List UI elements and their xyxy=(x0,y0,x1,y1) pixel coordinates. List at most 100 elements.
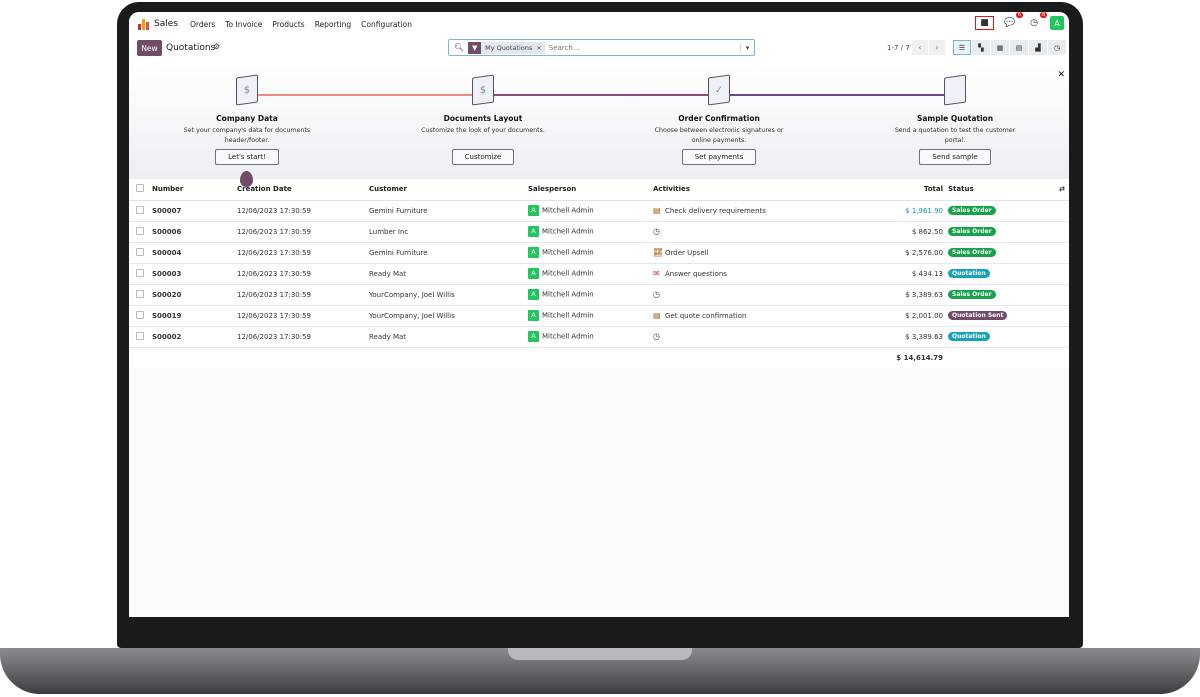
step-title: Order Confirmation xyxy=(678,114,760,123)
messages-badge: 6 xyxy=(1015,12,1023,18)
customer: Ready Mat xyxy=(369,263,528,285)
chart-icon[interactable]: 📈︎ xyxy=(653,248,664,257)
salesperson: A Mitchell Admin xyxy=(528,200,653,222)
remove-facet-icon[interactable]: × xyxy=(536,44,544,52)
customer: YourCompany, Joel Willis xyxy=(369,284,528,306)
activity-clock-icon[interactable]: ◷ 8 xyxy=(1026,12,1047,30)
select-all-checkbox[interactable] xyxy=(136,184,144,193)
list-view-button[interactable]: ☰ xyxy=(953,40,971,55)
menu-to-invoice[interactable]: To Invoice xyxy=(225,20,262,29)
search-input[interactable] xyxy=(548,43,740,52)
order-number: S00007 xyxy=(152,200,237,222)
customer: Ready Mat xyxy=(369,326,528,348)
document-dollar-icon: $ xyxy=(236,74,258,106)
email-icon[interactable]: ✉ xyxy=(653,269,664,278)
task-icon[interactable]: ▤ xyxy=(653,206,664,215)
search-bar[interactable]: 🔍︎ ▼ My Quotations × ▾ xyxy=(448,39,755,56)
activity[interactable]: ▤ Get quote confirmation xyxy=(653,305,853,327)
table-row[interactable]: S00004 12/06/2023 17:30:59 Gemini Furnit… xyxy=(129,242,1069,264)
table-row[interactable]: S00003 12/06/2023 17:30:59 Ready Mat A Mi… xyxy=(129,263,1069,285)
new-button[interactable]: New xyxy=(137,40,162,56)
step-description: Choose between electronic signatures or … xyxy=(654,127,784,144)
row-checkbox[interactable] xyxy=(136,226,144,235)
send-sample-button[interactable]: Send sample xyxy=(919,149,991,165)
clock-icon[interactable]: ◷ xyxy=(653,290,664,299)
step-description: Customize the look of your documents. xyxy=(421,127,545,134)
row-checkbox[interactable] xyxy=(136,205,144,214)
salesperson: A Mitchell Admin xyxy=(528,242,653,264)
status: Sales Order xyxy=(948,221,1069,243)
col-salesperson[interactable]: Salesperson xyxy=(528,179,653,201)
app-name[interactable]: Sales xyxy=(154,19,178,29)
filter-facet: ▼ My Quotations × xyxy=(468,41,545,54)
customize-button[interactable]: Customize xyxy=(451,149,515,165)
pager-next[interactable]: › xyxy=(929,40,945,55)
activity[interactable]: 📈︎ Order Upsell xyxy=(653,242,853,264)
table-row[interactable]: S00007 12/06/2023 17:30:59 Gemini Furnit… xyxy=(129,200,1069,222)
messages-icon[interactable]: 💬 6 xyxy=(1002,12,1023,30)
lets-start-button[interactable]: Let's start! xyxy=(215,149,279,165)
menu-reporting[interactable]: Reporting xyxy=(315,20,351,29)
pager-value[interactable]: 1-7 / 7 xyxy=(887,44,910,52)
column-settings-icon[interactable]: ⇄ xyxy=(1059,185,1065,193)
col-total[interactable]: Total xyxy=(853,179,948,201)
clock-icon[interactable]: ◷ xyxy=(653,227,664,236)
salesperson-name: Mitchell Admin xyxy=(542,269,594,278)
table-row[interactable]: S00019 12/06/2023 17:30:59 YourCompany, … xyxy=(129,305,1069,327)
table-row[interactable]: S00006 12/06/2023 17:30:59 Lumber Inc AM… xyxy=(129,221,1069,243)
step-sample-quotation: Sample Quotation Send a quotation to tes… xyxy=(875,74,1035,165)
menu-orders[interactable]: Orders xyxy=(190,20,215,29)
activity[interactable]: ◷ xyxy=(653,326,853,348)
activity-view-button[interactable]: ◷ xyxy=(1048,40,1066,55)
salesperson: A Mitchell Admin xyxy=(528,221,653,243)
customer: Gemini Furniture xyxy=(369,200,528,222)
status-badge: Quotation xyxy=(948,332,990,341)
status-badge: Sales Order xyxy=(948,248,996,257)
row-checkbox[interactable] xyxy=(136,268,144,277)
table-row[interactable]: S00002 12/06/2023 17:30:59 Ready Mat A Mi… xyxy=(129,326,1069,348)
pivot-view-button[interactable]: ▤ xyxy=(1010,40,1028,55)
onboarding-panel: $ Company Data Set your company's data f… xyxy=(129,66,1069,179)
video-camera-icon[interactable]: ■ xyxy=(975,16,994,30)
activity[interactable]: ✉ Answer questions xyxy=(653,263,853,285)
col-activities[interactable]: Activities xyxy=(653,179,853,201)
set-payments-button[interactable]: Set payments xyxy=(681,149,757,165)
menu-products[interactable]: Products xyxy=(272,20,304,29)
graph-view-button[interactable]: ▟ xyxy=(1029,40,1047,55)
row-checkbox[interactable] xyxy=(136,289,144,298)
creation-date: 12/06/2023 17:30:59 xyxy=(237,200,369,222)
laptop-notch xyxy=(508,648,692,660)
calendar-view-button[interactable]: ▦ xyxy=(991,40,1009,55)
search-icon: 🔍︎ xyxy=(454,43,465,52)
filter-icon: ▼ xyxy=(468,41,482,54)
user-avatar[interactable]: A xyxy=(1050,16,1064,30)
table-row[interactable]: S00020 12/06/2023 17:30:59 YourCompany, … xyxy=(129,284,1069,306)
col-customer[interactable]: Customer xyxy=(369,179,528,201)
gear-icon[interactable]: ⚙ xyxy=(213,42,220,51)
order-number: S00004 xyxy=(152,242,237,264)
col-status[interactable]: Status ⇄ xyxy=(948,179,1069,201)
status-badge: Sales Order xyxy=(948,290,996,299)
clock-icon[interactable]: ◷ xyxy=(653,332,664,341)
col-creation-date[interactable]: Creation Date xyxy=(237,179,369,201)
activity[interactable]: ▤ Check delivery requirements xyxy=(653,200,853,222)
close-icon[interactable]: ✕ xyxy=(1057,70,1065,80)
tour-pointer[interactable] xyxy=(240,171,253,187)
row-checkbox[interactable] xyxy=(136,310,144,319)
activity[interactable]: ◷ xyxy=(653,221,853,243)
pager-previous[interactable]: ‹ xyxy=(912,40,928,55)
col-number[interactable]: Number xyxy=(152,179,237,201)
row-checkbox[interactable] xyxy=(136,247,144,256)
activity[interactable]: ◷ xyxy=(653,284,853,306)
creation-date: 12/06/2023 17:30:59 xyxy=(237,305,369,327)
status: Quotation xyxy=(948,263,1069,285)
status-badge: Quotation Sent xyxy=(948,311,1008,320)
menu-configuration[interactable]: Configuration xyxy=(361,20,412,29)
row-checkbox[interactable] xyxy=(136,331,144,340)
total: $ 2,576.00 xyxy=(853,242,948,264)
task-icon[interactable]: ▤ xyxy=(653,311,664,320)
salesperson-avatar: A xyxy=(528,268,539,279)
kanban-view-button[interactable]: ▚ xyxy=(972,40,990,55)
step-description: Set your company's data for documents he… xyxy=(183,127,311,144)
search-dropdown-toggle[interactable]: ▾ xyxy=(740,43,754,52)
